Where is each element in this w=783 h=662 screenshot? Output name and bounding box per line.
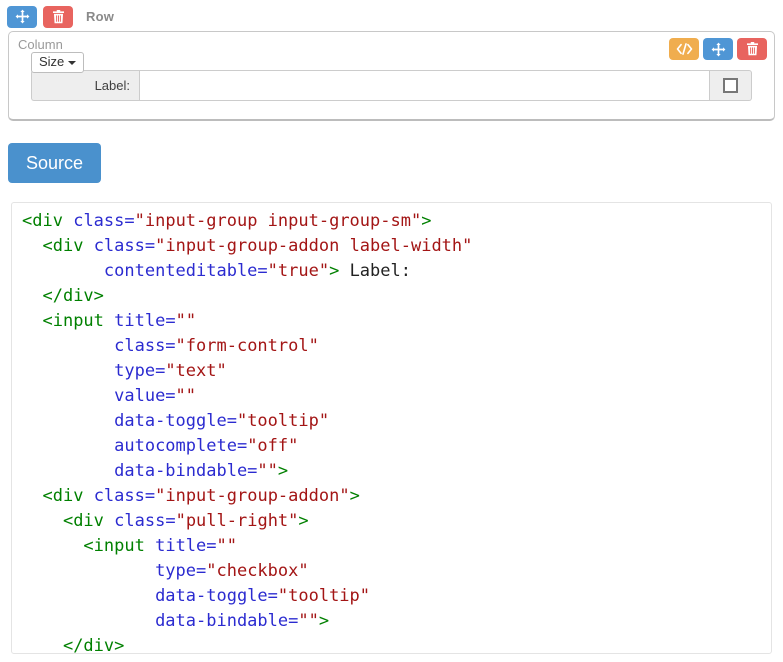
input-group-addon-label[interactable]: Label:	[31, 70, 139, 101]
source-button[interactable]: Source	[8, 143, 102, 183]
trash-icon	[52, 9, 65, 24]
code-icon	[676, 42, 693, 56]
input-group-addon-checkbox	[710, 70, 752, 101]
column-size-dropdown[interactable]: Size	[31, 52, 85, 73]
row-delete-button[interactable]	[43, 5, 73, 28]
column-label: Column	[18, 37, 63, 52]
move-arrows-icon	[711, 42, 726, 57]
row-move-button[interactable]	[7, 5, 37, 28]
row-toolbar: Row	[0, 0, 783, 28]
chevron-down-icon	[68, 60, 77, 65]
source-code-panel[interactable]: <div class="input-group input-group-sm">…	[11, 202, 772, 654]
column-code-button[interactable]	[669, 38, 699, 60]
column-input-group-wrapper: Size Label:	[31, 52, 752, 101]
move-arrows-icon	[15, 9, 30, 24]
column-panel: Column Size Label:	[8, 31, 775, 121]
column-delete-button[interactable]	[737, 38, 767, 60]
label-text-input[interactable]	[139, 70, 710, 101]
column-toolbar	[669, 38, 767, 60]
column-move-button[interactable]	[703, 38, 733, 60]
row-label: Row	[86, 9, 115, 24]
column-size-dropdown-label: Size	[39, 54, 65, 69]
source-area: Source	[0, 143, 783, 183]
source-code-text: <div class="input-group input-group-sm">…	[22, 211, 473, 654]
input-group: Label:	[31, 70, 752, 101]
checkbox-control[interactable]	[723, 78, 738, 93]
trash-icon	[746, 42, 759, 56]
